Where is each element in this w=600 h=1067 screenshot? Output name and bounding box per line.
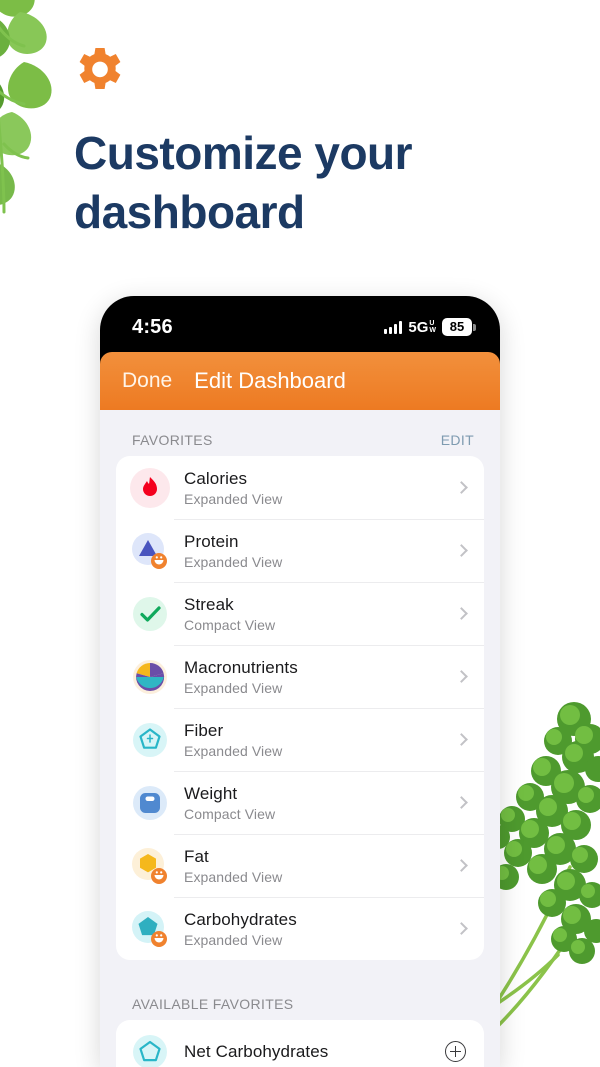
hexagon-icon [130,846,170,886]
list-item-title: Fiber [184,720,224,740]
favorites-card: Calories Expanded View Protein Expanded … [116,456,484,960]
status-time: 4:56 [132,315,173,338]
scale-icon [130,783,170,823]
screen-content: FAVORITES EDIT Calories Expanded View Pr… [100,410,500,1067]
edit-favorites-button[interactable]: EDIT [441,432,474,448]
list-item-subtitle: Expanded View [184,931,283,948]
cellular-signal-icon [384,320,403,334]
done-button[interactable]: Done [122,369,172,393]
phone-mockup: 4:56 5G U W 85 Done Edit Dashboard FAVOR… [100,296,500,1067]
plus-circle-icon[interactable] [445,1041,466,1062]
pie-chart-icon [130,657,170,697]
favorites-title: FAVORITES [132,432,213,448]
list-item[interactable]: Net Carbohydrates [116,1020,484,1067]
chevron-right-icon[interactable] [455,481,468,494]
available-favorites-section-header: AVAILABLE FAVORITES [100,960,500,1020]
list-item-subtitle: Expanded View [184,490,283,507]
list-item-subtitle: Expanded View [184,868,283,885]
available-favorites-title: AVAILABLE FAVORITES [132,996,294,1012]
chevron-right-icon[interactable] [455,733,468,746]
list-item-subtitle: Expanded View [184,679,283,696]
pentagon-icon [130,909,170,949]
list-item-subtitle: Expanded View [184,553,283,570]
checkmark-icon [130,594,170,634]
chevron-right-icon[interactable] [455,607,468,620]
status-bar: 4:56 5G U W 85 [100,296,500,352]
triangle-icon [130,531,170,571]
list-item-title: Fat [184,846,209,866]
pentagon-outline-icon [130,1032,170,1067]
available-favorites-card: Net Carbohydrates [116,1020,484,1067]
chevron-right-icon[interactable] [455,544,468,557]
list-item-title: Net Carbohydrates [184,1041,329,1061]
list-item-title: Calories [184,468,248,488]
list-item-title: Protein [184,531,239,551]
battery-icon: 85 [442,318,476,336]
list-item-subtitle: Expanded View [184,742,283,759]
network-type-indicator: 5G U W [408,319,436,336]
chevron-right-icon[interactable] [455,922,468,935]
list-item-title: Weight [184,783,238,803]
battery-tip [473,323,476,331]
list-item-subtitle: Compact View [184,805,276,822]
gear-icon [79,48,121,89]
list-item[interactable]: Macronutrients Expanded View [116,645,484,708]
favorites-section-header: FAVORITES EDIT [100,410,500,456]
hero-section: Customize your dashboard [0,0,600,242]
list-item[interactable]: Fat Expanded View [116,834,484,897]
network-label: 5G [408,318,429,336]
list-item[interactable]: Fiber Expanded View [116,708,484,771]
pentagon-outline-icon [130,720,170,760]
list-item-title: Carbohydrates [184,909,297,929]
list-item[interactable]: Carbohydrates Expanded View [116,897,484,960]
list-item-title: Macronutrients [184,657,298,677]
list-item[interactable]: Streak Compact View [116,582,484,645]
list-item[interactable]: Protein Expanded View [116,519,484,582]
chevron-right-icon[interactable] [455,670,468,683]
page-title: Customize your dashboard [74,127,413,238]
network-sub-top: U [429,320,435,327]
flame-icon [130,467,170,508]
list-item[interactable]: Weight Compact View [116,771,484,834]
chevron-right-icon[interactable] [455,796,468,809]
navigation-bar: Done Edit Dashboard [100,352,500,410]
list-item-subtitle: Compact View [184,616,276,633]
list-item-title: Streak [184,594,234,614]
list-item[interactable]: Calories Expanded View [116,456,484,519]
battery-level: 85 [442,318,472,336]
chevron-right-icon[interactable] [455,859,468,872]
network-sub-bottom: W [429,327,436,334]
